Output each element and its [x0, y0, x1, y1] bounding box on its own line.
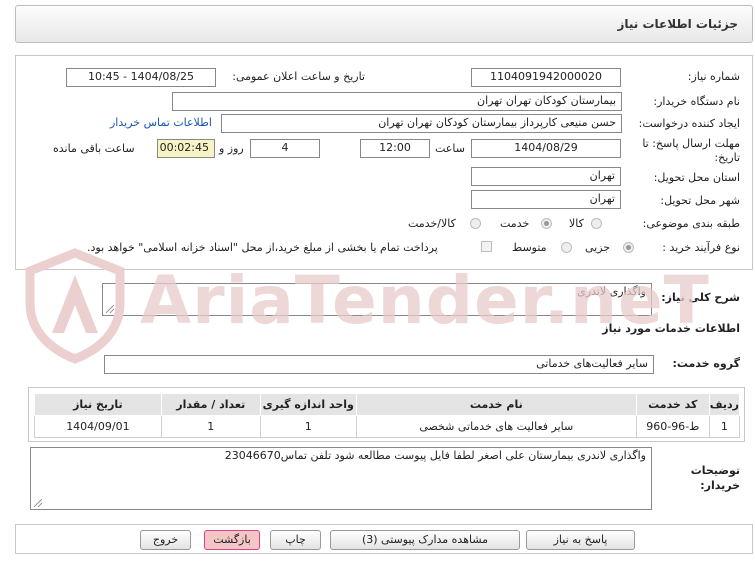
- category-radio-goods[interactable]: [591, 218, 602, 229]
- cell-unit: 1: [259, 415, 357, 438]
- service-group-field: سایر فعالیت‌های خدماتی: [104, 355, 654, 374]
- exit-button[interactable]: خروج: [140, 530, 191, 550]
- cell-date: 1404/09/01: [34, 415, 162, 438]
- deadline-label: مهلت ارسال پاسخ: تا: [642, 137, 740, 150]
- process-option-minor: جزیی: [585, 241, 611, 254]
- col-qty-header: تعداد / مقدار: [160, 393, 261, 416]
- col-row-header: ردیف: [708, 393, 741, 416]
- table-header-row: ردیف کد خدمت نام خدمت واحد اندازه گیری ت…: [34, 393, 741, 416]
- process-radio-medium[interactable]: [561, 242, 572, 253]
- resize-grip-icon[interactable]: [106, 305, 114, 313]
- deadline-label-2: تاریخ:: [714, 151, 740, 164]
- deadline-date-field: 1404/08/29: [471, 139, 621, 158]
- col-unit-header: واحد اندازه گیری: [259, 393, 357, 416]
- cell-qty: 1: [160, 415, 261, 438]
- col-code-header: کد خدمت: [635, 393, 710, 416]
- service-group-label: گروه خدمت:: [672, 357, 740, 370]
- buyer-org-label: نام دستگاه خریدار:: [653, 95, 740, 108]
- treasury-note: پرداخت تمام یا بخشی از مبلغ خرید،از محل …: [87, 241, 438, 254]
- deadline-time-field: 12:00: [360, 139, 430, 158]
- need-number-field: 1104091942000020: [471, 68, 621, 87]
- services-table: ردیف کد خدمت نام خدمت واحد اندازه گیری ت…: [34, 393, 741, 438]
- print-button[interactable]: چاپ: [270, 530, 321, 550]
- category-option-goods-service: کالا/خدمت: [408, 217, 456, 230]
- col-name-header: نام خدمت: [355, 393, 637, 416]
- remaining-time-field: 00:02:45: [157, 139, 215, 158]
- services-section-title: اطلاعات خدمات مورد نیاز: [602, 322, 740, 335]
- summary-text: واگذاری لاندری: [577, 285, 646, 298]
- buyer-notes-label-2: خریدار:: [700, 479, 740, 492]
- province-field: تهران: [471, 167, 621, 186]
- category-label: طبقه بندی موضوعی:: [642, 217, 740, 230]
- deadline-time-label: ساعت: [435, 142, 465, 155]
- days-label: روز و: [219, 142, 244, 155]
- resize-grip-icon[interactable]: [34, 499, 42, 507]
- summary-field: واگذاری لاندری: [102, 283, 652, 316]
- category-radio-service[interactable]: [541, 218, 552, 229]
- days-remaining-field: 4: [250, 139, 320, 158]
- buyer-notes-text: واگذاری لاندری بیمارستان علی اصغر لطفا ف…: [224, 449, 646, 462]
- buyer-org-field: بیمارستان کودکان تهران تهران: [172, 92, 622, 111]
- services-table-wrapper: ردیف کد خدمت نام خدمت واحد اندازه گیری ت…: [34, 393, 741, 438]
- creator-field: حسن منیعی کارپرداز بیمارستان کودکان تهرا…: [221, 114, 622, 133]
- col-date-header: تاریخ نیاز: [34, 393, 162, 416]
- need-number-label: شماره نیاز:: [687, 70, 740, 83]
- cell-code: ط-96-960: [635, 415, 710, 438]
- category-radio-goods-service[interactable]: [470, 218, 481, 229]
- table-row: 1 ط-96-960 سایر فعالیت های خدماتی شخصی 1…: [34, 415, 741, 438]
- summary-label: شرح کلی نیاز:: [661, 291, 740, 304]
- buyer-contact-link[interactable]: اطلاعات تماس خریدار: [110, 116, 212, 129]
- need-info-panel: [15, 55, 753, 270]
- back-button[interactable]: بازگشت: [204, 530, 260, 550]
- creator-label: ایجاد کننده درخواست:: [638, 117, 740, 130]
- process-radio-minor[interactable]: [623, 242, 634, 253]
- process-type-label: نوع فرآیند خرید :: [662, 241, 740, 254]
- category-option-goods: کالا: [569, 217, 584, 230]
- category-option-service: خدمت: [500, 217, 530, 230]
- page-title: جزئیات اطلاعات نیاز: [617, 17, 738, 31]
- view-attachments-button[interactable]: مشاهده مدارک پیوستی (3): [330, 530, 520, 550]
- reply-button[interactable]: پاسخ به نیاز: [526, 530, 635, 550]
- cell-row: 1: [708, 415, 741, 438]
- announce-date-label: تاریخ و ساعت اعلان عمومی:: [232, 70, 365, 83]
- province-label: استان محل تحویل:: [653, 171, 740, 184]
- announce-date-field: 1404/08/25 - 10:45: [66, 68, 216, 87]
- remaining-time-label: ساعت باقی مانده: [53, 142, 135, 155]
- buyer-notes-label: توضیحات: [690, 464, 740, 477]
- page-header: جزئیات اطلاعات نیاز: [15, 5, 753, 43]
- buyer-notes-field: واگذاری لاندری بیمارستان علی اصغر لطفا ف…: [30, 447, 652, 510]
- cell-name: سایر فعالیت های خدماتی شخصی: [355, 415, 637, 438]
- city-field: تهران: [471, 190, 621, 209]
- process-option-medium: متوسط: [512, 241, 547, 254]
- city-label: شهر محل تحویل:: [660, 194, 740, 207]
- treasury-checkbox[interactable]: [481, 241, 492, 252]
